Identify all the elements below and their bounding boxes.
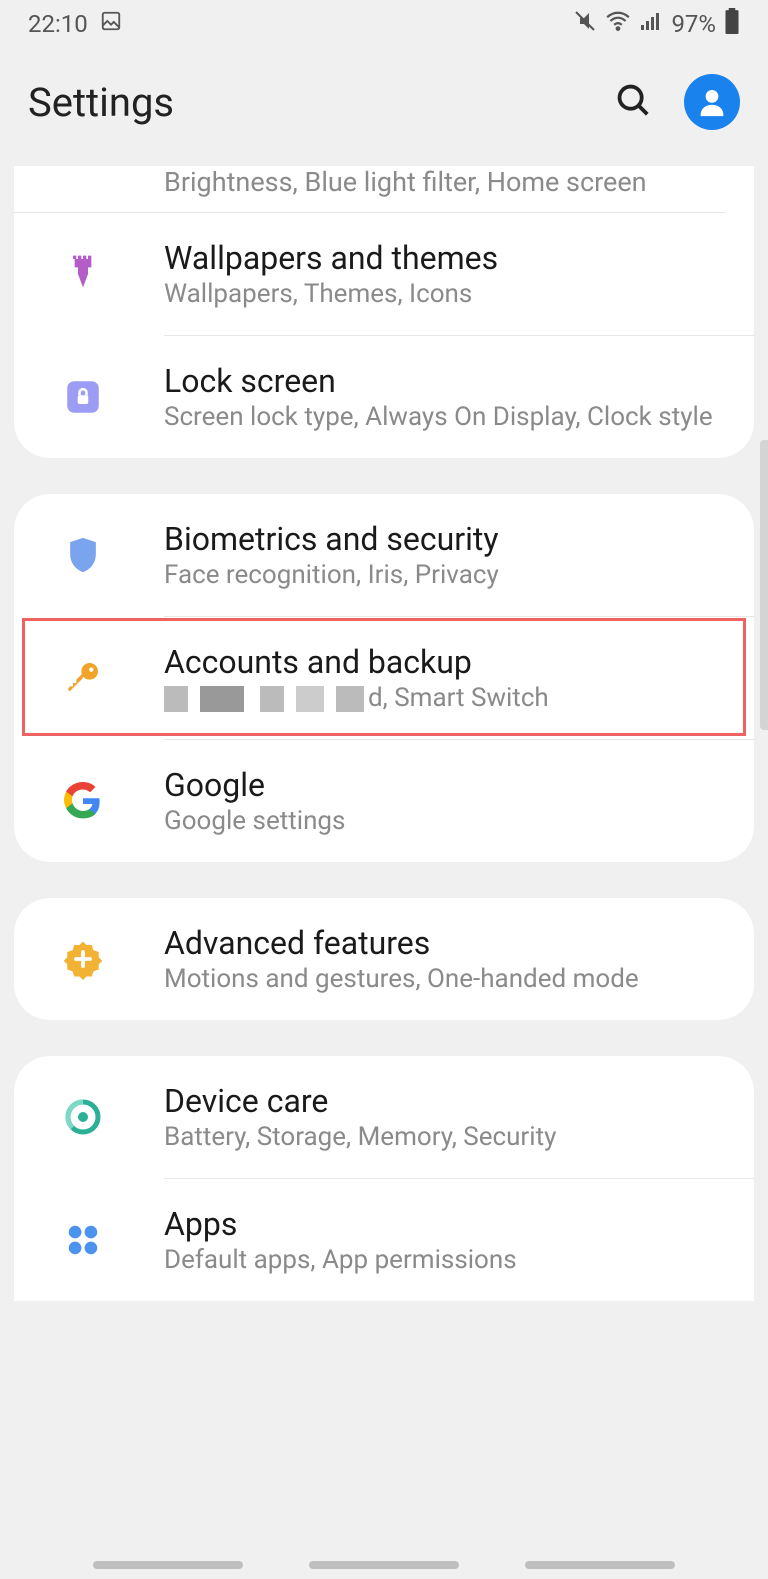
settings-group: Device care Battery, Storage, Memory, Se… xyxy=(14,1056,754,1301)
settings-group: Biometrics and security Face recognition… xyxy=(14,494,754,862)
item-subtitle: d, Smart Switch xyxy=(164,683,726,713)
status-time: 22:10 xyxy=(28,10,88,38)
item-title: Google xyxy=(164,766,726,804)
picture-notification-icon xyxy=(100,10,122,38)
shield-icon xyxy=(62,534,104,576)
redacted-text xyxy=(164,686,364,712)
signal-icon xyxy=(639,9,663,39)
settings-item-device-care[interactable]: Device care Battery, Storage, Memory, Se… xyxy=(164,1056,754,1178)
dots-grid-icon xyxy=(62,1219,104,1261)
settings-group: Advanced features Motions and gestures, … xyxy=(14,898,754,1020)
item-subtitle: Battery, Storage, Memory, Security xyxy=(164,1122,726,1152)
settings-group: Brightness, Blue light filter, Home scre… xyxy=(14,166,754,458)
settings-item-advanced[interactable]: Advanced features Motions and gestures, … xyxy=(164,898,754,1020)
clipped-item-subtitle: Brightness, Blue light filter, Home scre… xyxy=(14,166,726,213)
nav-recents[interactable] xyxy=(93,1561,243,1569)
settings-item-wallpapers[interactable]: Wallpapers and themes Wallpapers, Themes… xyxy=(164,213,754,335)
nav-back[interactable] xyxy=(525,1561,675,1569)
item-title: Biometrics and security xyxy=(164,520,726,558)
item-subtitle: Motions and gestures, One-handed mode xyxy=(164,964,726,994)
scroll-indicator[interactable] xyxy=(760,440,768,730)
item-subtitle: Screen lock type, Always On Display, Clo… xyxy=(164,402,726,432)
google-icon xyxy=(62,780,104,822)
battery-percent: 97% xyxy=(671,10,716,38)
item-subtitle: Default apps, App permissions xyxy=(164,1245,726,1275)
item-subtitle: Google settings xyxy=(164,806,726,836)
wifi-icon xyxy=(605,8,631,40)
search-button[interactable] xyxy=(614,81,652,123)
mute-vibrate-icon xyxy=(573,9,597,39)
item-title: Advanced features xyxy=(164,924,726,962)
item-title: Wallpapers and themes xyxy=(164,239,726,277)
brush-icon xyxy=(62,253,104,295)
item-title: Device care xyxy=(164,1082,726,1120)
item-title: Accounts and backup xyxy=(164,643,726,681)
key-icon xyxy=(62,657,104,699)
radial-icon xyxy=(62,1096,104,1138)
settings-item-accounts[interactable]: Accounts and backup d, Smart Switch xyxy=(164,616,754,739)
account-avatar-button[interactable] xyxy=(684,74,740,130)
system-nav-bar xyxy=(0,1561,768,1569)
item-title: Lock screen xyxy=(164,362,726,400)
settings-item-google[interactable]: Google Google settings xyxy=(164,739,754,862)
settings-item-biometrics[interactable]: Biometrics and security Face recognition… xyxy=(164,494,754,616)
status-bar: 22:10 97% xyxy=(0,0,768,48)
item-title: Apps xyxy=(164,1205,726,1243)
settings-item-apps[interactable]: Apps Default apps, App permissions xyxy=(164,1178,754,1301)
lock-icon xyxy=(62,376,104,418)
item-subtitle: Wallpapers, Themes, Icons xyxy=(164,279,726,309)
page-title: Settings xyxy=(28,79,174,126)
plus-gear-icon xyxy=(62,938,104,980)
settings-item-lock-screen[interactable]: Lock screen Screen lock type, Always On … xyxy=(164,335,754,458)
battery-icon xyxy=(724,8,740,40)
item-subtitle: Face recognition, Iris, Privacy xyxy=(164,560,726,590)
settings-header: Settings xyxy=(0,48,768,166)
nav-home[interactable] xyxy=(309,1561,459,1569)
